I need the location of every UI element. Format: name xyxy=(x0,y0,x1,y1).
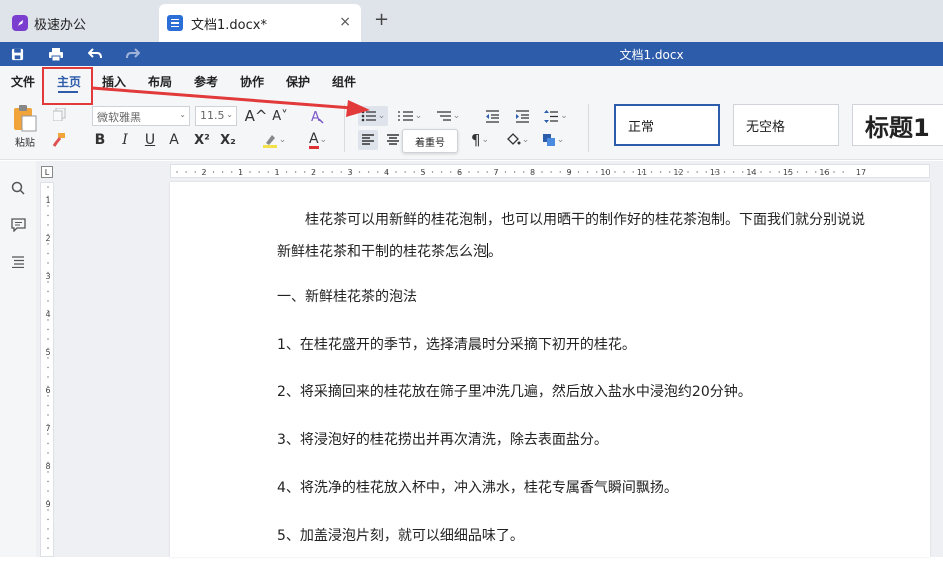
ruler-label: 14 xyxy=(746,168,756,177)
ruler-label: 2 xyxy=(201,168,206,177)
ruler-label: 15 xyxy=(783,168,793,177)
ruler-label: 6 xyxy=(457,168,462,177)
ruler-label: 2 xyxy=(45,234,50,243)
step-1: 1、在桂花盛开的季节，选择清晨时分采摘下初开的桂花。 xyxy=(277,337,636,353)
ruler-label: 5 xyxy=(420,168,425,177)
ruler-label: 7 xyxy=(45,424,50,433)
ruler-label: 1 xyxy=(45,196,50,205)
ruler-label: 4 xyxy=(384,168,389,177)
ruler-label: 4 xyxy=(45,310,50,319)
ruler-label: 1 xyxy=(238,168,243,177)
paragraph-intro-end: 。 xyxy=(488,244,502,260)
ruler-label: 9 xyxy=(45,500,50,509)
paragraph-intro: 桂花茶可以用新鲜的桂花泡制，也可以用晒干的制作好的桂花茶泡制。下面我们就分别说说… xyxy=(277,204,872,268)
ruler-label: 3 xyxy=(45,272,50,281)
left-sidebar xyxy=(0,161,36,557)
ruler-label: 13 xyxy=(710,168,720,177)
ruler-label: 2 xyxy=(311,168,316,177)
ruler-label: 10 xyxy=(600,168,610,177)
ruler-label: 5 xyxy=(45,348,50,357)
horizontal-ruler[interactable]: 2 1 1 2 3 4 5 6 7 8 9 10 11 12 13 14 15 16 17 xyxy=(170,164,930,178)
ruler-label: 3 xyxy=(347,168,352,177)
ruler-label: 6 xyxy=(45,386,50,395)
document-page[interactable]: 桂花茶可以用新鲜的桂花泡制，也可以用晒干的制作好的桂花茶泡制。下面我们就分别说说… xyxy=(170,182,930,557)
step-5: 5、加盖浸泡片刻，就可以细细品味了。 xyxy=(277,528,524,544)
heading-fresh-method: 一、新鲜桂花茶的泡法 xyxy=(277,289,417,305)
search-icon[interactable] xyxy=(9,179,27,197)
ruler-label: 8 xyxy=(530,168,535,177)
ruler-label: 11 xyxy=(637,168,647,177)
step-3: 3、将浸泡好的桂花捞出并再次清洗，除去表面盐分。 xyxy=(277,432,608,448)
emphasis-tooltip: 着重号 xyxy=(402,129,458,153)
ruler-label: 12 xyxy=(673,168,683,177)
step-2: 2、将采摘回来的桂花放在筛子里冲洗几遍，然后放入盐水中浸泡约20分钟。 xyxy=(277,384,752,400)
tab-stop-selector[interactable]: L xyxy=(41,166,53,178)
paragraph-intro-text: 桂花茶可以用新鲜的桂花泡制，也可以用晒干的制作好的桂花茶泡制。下面我们就分别说说… xyxy=(277,212,865,260)
comment-icon[interactable] xyxy=(9,216,27,234)
ruler-label: 16 xyxy=(819,168,829,177)
navigation-icon[interactable] xyxy=(9,253,27,271)
ruler-label: 7 xyxy=(493,168,498,177)
ruler-label: 8 xyxy=(45,462,50,471)
step-4: 4、将洗净的桂花放入杯中，冲入沸水，桂花专属香气瞬间飘扬。 xyxy=(277,480,678,496)
ruler-label: 17 xyxy=(856,168,866,177)
ruler-label: 9 xyxy=(566,168,571,177)
vertical-ruler[interactable]: 1 2 3 4 5 6 7 8 9 xyxy=(40,182,54,557)
ruler-label: 1 xyxy=(274,168,279,177)
